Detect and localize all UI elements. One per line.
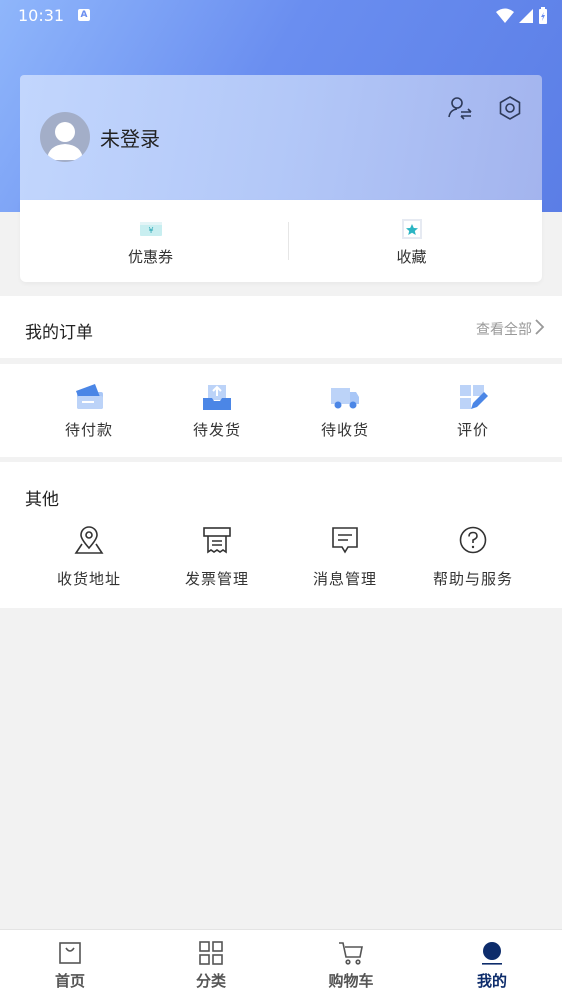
nav-tab-label: 购物车 — [328, 972, 374, 990]
coupon-icon: ¥ — [139, 222, 162, 236]
order-pending-payment[interactable]: 待付款 — [25, 364, 153, 457]
battery-icon — [539, 7, 547, 24]
pending-payment-icon — [76, 384, 103, 409]
quick-link-label: 优惠券 — [127, 248, 173, 266]
quick-link-label: 收藏 — [396, 248, 427, 266]
pending-shipment-icon — [203, 385, 231, 410]
default-avatar-icon — [47, 122, 83, 160]
message-icon — [332, 527, 358, 554]
bottom-navigation: 首页 分类 购物车 我的 — [0, 929, 562, 999]
status-time: 10:31 — [18, 6, 65, 25]
nav-tab-home[interactable]: 首页 — [0, 930, 140, 999]
nav-tab-profile[interactable]: 我的 — [422, 930, 562, 999]
location-pin-icon — [74, 526, 104, 554]
menu-item-label: 帮助与服务 — [432, 570, 513, 588]
delivery-truck-icon — [331, 388, 359, 409]
settings-gear-icon[interactable] — [497, 95, 523, 121]
menu-shipping-address[interactable]: 收货地址 — [25, 524, 153, 594]
wifi-icon — [496, 8, 514, 23]
svg-text:¥: ¥ — [148, 226, 153, 235]
nav-tab-category[interactable]: 分类 — [141, 930, 281, 999]
login-status-text[interactable]: 未登录 — [100, 123, 160, 152]
order-pending-receipt[interactable]: 待收货 — [281, 364, 409, 457]
status-indicators — [496, 6, 548, 26]
menu-invoice-management[interactable]: 发票管理 — [153, 524, 281, 594]
signal-icon — [519, 9, 533, 23]
status-notification-icon: A — [78, 9, 90, 21]
other-section-title: 其他 — [25, 490, 59, 510]
menu-item-label: 收货地址 — [56, 570, 121, 588]
menu-item-label: 发票管理 — [184, 570, 249, 588]
quick-links-row: ¥ 优惠券 收藏 — [20, 200, 542, 282]
status-bar: 10:31 A — [0, 0, 562, 32]
invoice-icon — [203, 527, 231, 554]
favorite-star-icon — [401, 219, 422, 239]
switch-account-icon[interactable] — [447, 95, 473, 121]
order-pending-shipment[interactable]: 待发货 — [153, 364, 281, 457]
avatar[interactable] — [40, 112, 90, 162]
view-all-orders-link[interactable]: 查看全部 — [476, 319, 532, 339]
order-status-label: 评价 — [456, 421, 489, 439]
category-grid-icon — [199, 941, 223, 965]
orders-title: 我的订单 — [25, 323, 93, 343]
nav-tab-label: 我的 — [476, 972, 507, 990]
cart-icon — [339, 942, 363, 965]
review-pen-icon — [460, 385, 488, 409]
nav-tab-cart[interactable]: 购物车 — [281, 930, 421, 999]
profile-card: 未登录 — [20, 75, 542, 200]
orders-header: 我的订单 查看全部 — [0, 296, 562, 358]
orders-status-row: 待付款 待发货 待收货 评价 — [0, 364, 562, 457]
profile-dot-icon — [482, 942, 502, 965]
chevron-right-icon[interactable] — [533, 318, 545, 336]
order-status-label: 待收货 — [320, 421, 369, 439]
nav-tab-label: 首页 — [54, 972, 85, 990]
other-section: 其他 收货地址 发票管理 消息管理 帮助与服务 — [0, 462, 562, 608]
quick-link-coupons[interactable]: ¥ 优惠券 — [20, 200, 281, 282]
help-circle-icon — [459, 526, 487, 554]
nav-tab-label: 分类 — [195, 972, 226, 990]
home-bag-icon — [59, 942, 81, 964]
quick-link-favorites[interactable]: 收藏 — [281, 200, 542, 282]
menu-item-label: 消息管理 — [312, 570, 377, 588]
menu-help-service[interactable]: 帮助与服务 — [409, 524, 537, 594]
menu-message-management[interactable]: 消息管理 — [281, 524, 409, 594]
order-review[interactable]: 评价 — [409, 364, 537, 457]
order-status-label: 待发货 — [192, 421, 241, 439]
order-status-label: 待付款 — [64, 421, 113, 439]
